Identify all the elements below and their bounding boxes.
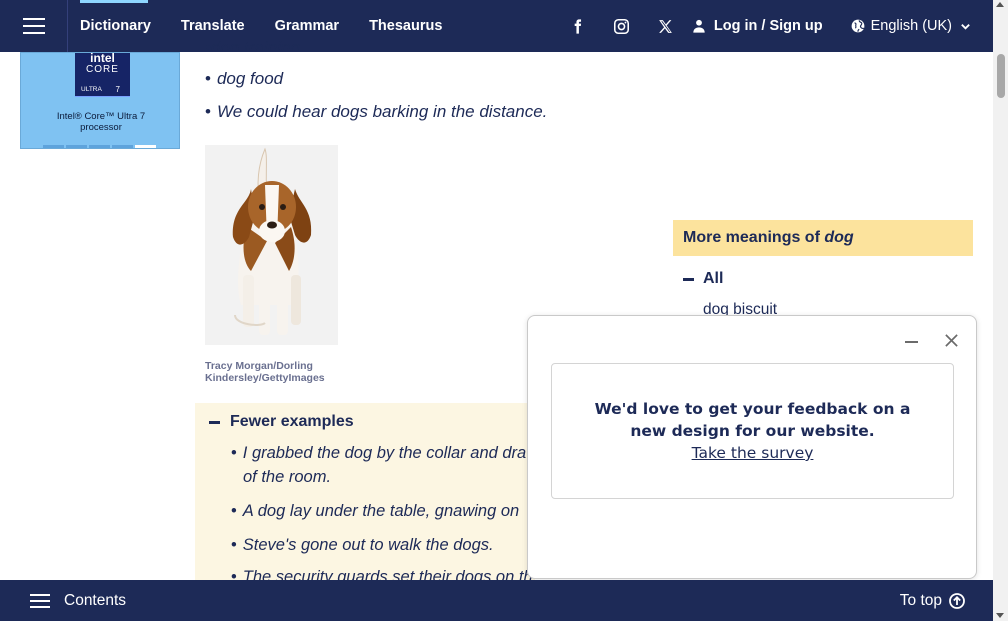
contents-label: Contents [64,591,127,609]
x-icon [659,19,673,33]
example-text-continuation: of the room. [243,468,332,486]
chevron-down-icon [961,23,970,30]
more-meanings-word: dog [824,229,854,246]
ad-dot[interactable] [43,145,64,148]
example-partial-text: dog training [210,38,300,50]
example-partial: •dog training [205,38,300,50]
close-button[interactable] [944,333,960,349]
dog-image [205,145,338,345]
chip-ultra: ULTRA [81,86,102,93]
hamburger-icon [22,18,45,34]
scroll-down-arrow-icon[interactable] [996,613,1004,618]
ad-dot[interactable] [112,145,133,148]
example-item: • dog food [205,69,283,89]
minimize-icon[interactable] [905,334,919,348]
bullet: • [205,69,211,88]
scroll-thumb[interactable] [997,54,1005,98]
top-navigation: Dictionary Translate Grammar Thesaurus L… [0,0,993,52]
menu-button[interactable] [0,0,68,52]
bullet: • [205,102,211,121]
list-item: • The security guards set their dogs on t… [231,565,535,581]
page-scrollbar[interactable] [993,0,1008,621]
more-meanings-prefix: More meanings of [683,229,825,246]
example-text: dog food [216,69,284,88]
nav-right: Log in / Sign up English (UK) [556,0,993,52]
instagram-icon [614,18,630,34]
contents-button[interactable]: Contents [30,592,126,610]
ad-dot-active[interactable] [135,145,156,148]
survey-link[interactable]: Take the survey [552,442,953,464]
to-top-label: To top [899,591,942,609]
to-top-button[interactable]: To top [900,592,965,610]
chip-brand: intel [90,52,115,65]
ad-text-line1: Intel® Core™ Ultra 7 [56,111,146,122]
example-text: Steve's gone out to walk the dogs. [242,536,494,554]
language-selector[interactable]: English (UK) [851,18,971,34]
nav-thesaurus[interactable]: Thesaurus [354,0,457,52]
all-meanings-toggle[interactable]: All [683,270,723,288]
language-label: English (UK) [870,18,952,34]
intel-chip-logo: intel CORE ULTRA 7 [75,53,130,97]
x-link[interactable] [644,0,688,52]
ad-dot[interactable] [89,145,110,148]
bullet: • [231,502,237,520]
bullet: • [231,444,237,462]
list-item: • I grabbed the dog by the collar and dra… [231,441,535,489]
more-meanings-header: More meanings of dog [673,220,973,256]
ad-dot[interactable] [66,145,87,148]
example-text: I grabbed the dog by the collar and dra [242,444,527,462]
example-text: We could hear dogs barking in the distan… [216,102,548,121]
example-item: • We could hear dogs barking in the dista… [205,102,547,122]
facebook-icon [575,18,582,34]
scroll-up-arrow-icon[interactable] [996,2,1004,7]
bullet: • [231,536,237,554]
ad-text: Intel® Core™ Ultra 7 processor [21,111,179,133]
instagram-link[interactable] [600,0,644,52]
all-label: All [703,270,724,287]
list-item: • A dog lay under the table, gnawing on [231,499,535,523]
ad-carousel-dots[interactable] [43,145,156,148]
arrow-up-circle-icon [949,592,965,609]
user-icon [693,19,705,33]
minus-icon [209,420,220,424]
ad-text-line2: processor [80,122,122,133]
image-credit: Tracy Morgan/Dorling Kindersley/GettyIma… [205,360,325,384]
fewer-examples-toggle[interactable]: Fewer examples [209,413,354,431]
feedback-message: We'd love to get your feedback on a new … [594,400,911,440]
close-icon [945,334,958,347]
list-item: • Steve's gone out to walk the dogs. [231,533,535,557]
feedback-message-box: We'd love to get your feedback on a new … [551,363,954,499]
globe-icon [851,19,864,33]
fewer-examples-panel: Fewer examples • I grabbed the dog by the… [195,403,535,581]
fewer-examples-label: Fewer examples [230,413,354,430]
bottom-bar: Contents To top [0,580,993,621]
nav-dictionary[interactable]: Dictionary [68,0,166,52]
beagle-illustration [205,145,338,345]
facebook-link[interactable] [556,0,600,52]
example-text: A dog lay under the table, gnawing on [242,502,520,520]
login-label: Log in / Sign up [713,18,823,34]
feedback-popup: We'd love to get your feedback on a new … [527,315,977,579]
login-link[interactable]: Log in / Sign up [692,18,823,34]
advertisement[interactable]: intel CORE ULTRA 7 Intel® Core™ Ultra 7 … [20,52,180,149]
minus-icon [683,277,694,281]
chip-core: CORE [86,64,119,75]
list-icon [30,593,50,608]
chip-number: 7 [115,85,120,94]
